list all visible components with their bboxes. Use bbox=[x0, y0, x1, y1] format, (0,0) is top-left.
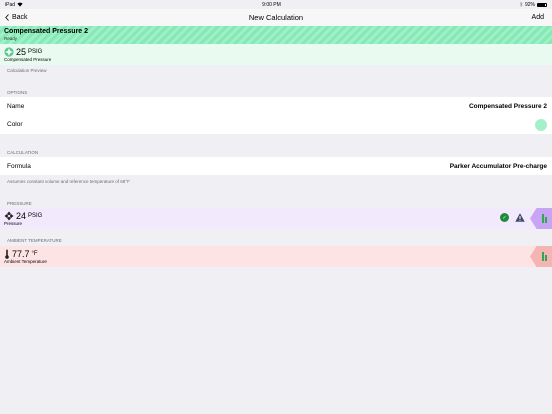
pressure-sensor-icon bbox=[4, 211, 14, 220]
status-bar: iPad 9:00 PM ᛒ 92% bbox=[0, 0, 552, 9]
signal-strength-icon bbox=[542, 214, 547, 223]
page-title: New Calculation bbox=[248, 13, 304, 22]
battery-icon bbox=[536, 2, 547, 7]
bluetooth-icon: ᛒ bbox=[519, 1, 523, 8]
add-button[interactable]: Add bbox=[532, 9, 544, 26]
clock: 9:00 PM bbox=[262, 1, 281, 8]
color-label: Color bbox=[7, 121, 23, 128]
check-circle-icon: ✓ bbox=[500, 213, 509, 222]
calculation-header: CALCULATION bbox=[7, 150, 39, 155]
wifi-icon bbox=[17, 2, 23, 7]
ambient-label: Ambient Temperature bbox=[4, 259, 47, 264]
preview-reading: 25 PSIG Compensated Pressure bbox=[0, 44, 552, 65]
color-cell[interactable]: Color bbox=[0, 115, 552, 134]
calculation-footer: Assumes constant volume and reference te… bbox=[7, 179, 130, 184]
options-header: OPTIONS bbox=[7, 90, 28, 95]
calculation-icon bbox=[4, 46, 14, 57]
formula-value: Parker Accumulator Pre-charge bbox=[449, 162, 547, 170]
pressure-sensor-row[interactable]: 24 PSIG Pressure ✓ bbox=[0, 208, 552, 229]
back-label: Back bbox=[12, 14, 28, 21]
signal-strength-icon bbox=[542, 252, 547, 261]
preview-header: Compensated Pressure 2 Ready bbox=[0, 26, 552, 44]
ambient-header: AMBIENT TEMPERATURE bbox=[7, 238, 62, 243]
formula-label: Formula bbox=[7, 162, 31, 170]
pressure-header: PRESSURE bbox=[7, 201, 32, 206]
preview-value: 25 bbox=[16, 46, 27, 57]
name-value: Compensated Pressure 2 bbox=[468, 102, 547, 110]
pressure-unit: PSIG bbox=[28, 212, 43, 219]
preview-caption: Calculation Preview bbox=[7, 68, 47, 73]
navigation-bar: Back New Calculation Add bbox=[0, 9, 552, 26]
ambient-unit: °F bbox=[31, 250, 38, 257]
color-swatch[interactable] bbox=[535, 118, 547, 131]
name-label: Name bbox=[7, 102, 25, 110]
formula-cell[interactable]: Formula Parker Accumulator Pre-charge bbox=[0, 157, 552, 175]
preview-title: Compensated Pressure 2 bbox=[4, 28, 89, 35]
pressure-value: 24 bbox=[16, 210, 27, 221]
preview-label: Compensated Pressure bbox=[4, 57, 52, 62]
carrier-label: iPad bbox=[5, 1, 16, 8]
chevron-left-icon bbox=[5, 14, 9, 21]
pressure-label: Pressure bbox=[4, 221, 23, 226]
name-cell[interactable]: Name Compensated Pressure 2 bbox=[0, 97, 552, 115]
thermometer-icon bbox=[5, 249, 9, 259]
battery-percent: 92% bbox=[524, 1, 535, 8]
back-button[interactable]: Back bbox=[5, 9, 28, 26]
warning-triangle-icon bbox=[515, 213, 525, 222]
ambient-value: 77.7 bbox=[12, 248, 30, 259]
ambient-sensor-row[interactable]: 77.7 °F Ambient Temperature bbox=[0, 246, 552, 267]
preview-unit: PSIG bbox=[28, 48, 43, 55]
preview-status: Ready bbox=[4, 36, 18, 41]
